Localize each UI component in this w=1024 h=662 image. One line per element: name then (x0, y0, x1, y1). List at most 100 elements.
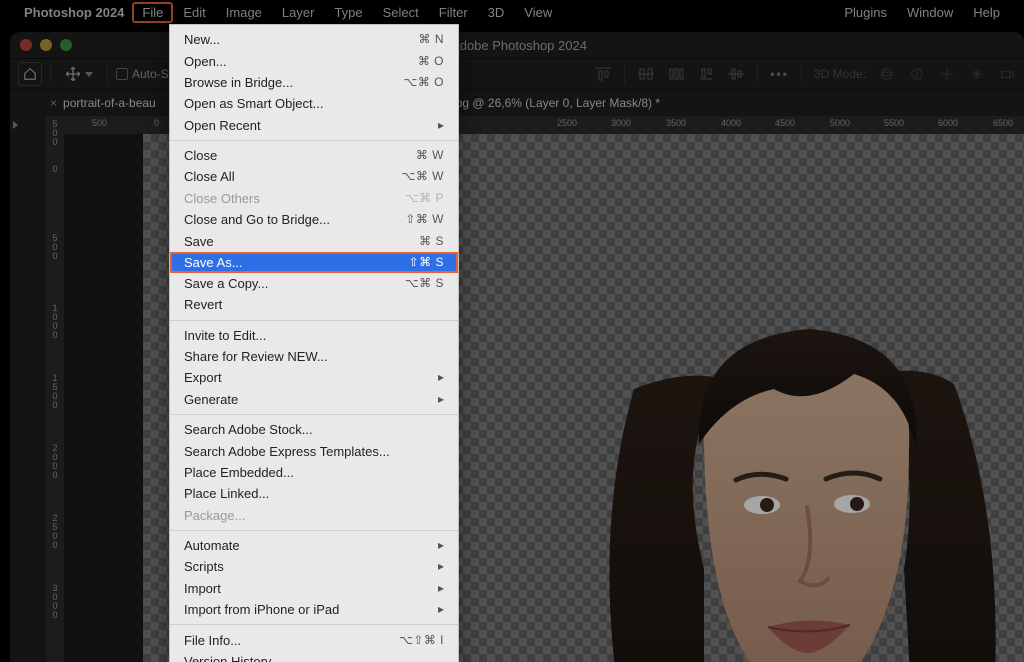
3d-pan-icon[interactable] (938, 67, 956, 81)
file-menu-generate[interactable]: Generate▸ (170, 389, 458, 410)
menu-layer[interactable]: Layer (272, 2, 325, 23)
document-tab-name-right: pg @ 26,6% (Layer 0, Layer Mask/8) * (456, 96, 660, 110)
menu-item-label: Import (184, 580, 438, 597)
file-menu-import[interactable]: Import▸ (170, 578, 458, 599)
3d-slide-icon[interactable] (968, 67, 986, 81)
file-menu-search-adobe-stock[interactable]: Search Adobe Stock... (170, 419, 458, 440)
menu-type[interactable]: Type (324, 2, 372, 23)
document-tab-name-left[interactable]: portrait-of-a-beau (63, 96, 156, 110)
mac-menubar: Photoshop 2024 FileEditImageLayerTypeSel… (0, 0, 1024, 24)
alignment-icons: ••• 3D Mode: (594, 65, 1016, 83)
file-menu-browse-in-bridge[interactable]: Browse in Bridge...⌥⌘ O (170, 72, 458, 93)
submenu-arrow-icon: ▸ (438, 601, 444, 618)
v-ruler-mark: 500 (49, 234, 61, 261)
menu-image[interactable]: Image (216, 2, 272, 23)
align-h4-icon[interactable] (727, 67, 745, 81)
h-ruler-mark: 3000 (611, 118, 631, 128)
menu-select[interactable]: Select (373, 2, 429, 23)
h-ruler-mark: 5500 (884, 118, 904, 128)
options-bar: Auto-Sel ••• 3D Mode: (10, 58, 1024, 90)
menu-item-label: Open Recent (184, 117, 438, 134)
move-tool-selector[interactable] (59, 64, 99, 84)
menu-window[interactable]: Window (897, 2, 963, 23)
file-menu-automate[interactable]: Automate▸ (170, 535, 458, 556)
align-h2-icon[interactable] (667, 67, 685, 81)
menu-separator (170, 414, 458, 415)
file-menu-invite-to-edit[interactable]: Invite to Edit... (170, 325, 458, 346)
file-menu-scripts[interactable]: Scripts▸ (170, 556, 458, 577)
close-tab-button[interactable]: × (50, 96, 57, 110)
file-menu-save[interactable]: Save⌘ S (170, 230, 458, 251)
3d-orbit-icon[interactable] (878, 67, 896, 81)
document-tab-bar: × portrait-of-a-beau pg @ 26,6% (Layer 0… (10, 90, 1024, 116)
align-h1-icon[interactable] (637, 67, 655, 81)
v-ruler-mark: 1500 (49, 374, 61, 410)
menu-view[interactable]: View (514, 2, 562, 23)
file-menu-revert[interactable]: Revert (170, 294, 458, 315)
align-h3-icon[interactable] (697, 67, 715, 81)
file-menu-import-from-iphone-or-ipad[interactable]: Import from iPhone or iPad▸ (170, 599, 458, 620)
submenu-arrow-icon: ▸ (438, 558, 444, 575)
submenu-arrow-icon: ▸ (438, 537, 444, 554)
file-menu-save-a-copy[interactable]: Save a Copy...⌥⌘ S (170, 273, 458, 294)
file-menu-share-for-review-new[interactable]: Share for Review NEW... (170, 346, 458, 367)
file-menu-version-history[interactable]: Version History (170, 651, 458, 662)
portrait-image (524, 269, 1024, 662)
menu-item-label: Open as Smart Object... (184, 95, 444, 112)
home-button[interactable] (18, 62, 42, 86)
menu-3d[interactable]: 3D (478, 2, 515, 23)
align-top-icon[interactable] (594, 67, 612, 81)
file-menu-save-as[interactable]: Save As...⇧⌘ S (170, 252, 458, 273)
menu-help[interactable]: Help (963, 2, 1010, 23)
menu-item-label: Close (184, 147, 416, 164)
menu-item-shortcut: ⌘ S (419, 233, 444, 250)
menu-separator (170, 320, 458, 321)
menu-item-label: Close All (184, 168, 402, 185)
minimize-window-button[interactable] (40, 39, 52, 51)
v-ruler-mark: 1000 (49, 304, 61, 340)
more-options-icon[interactable]: ••• (770, 67, 789, 81)
file-menu-place-linked[interactable]: Place Linked... (170, 483, 458, 504)
app-name[interactable]: Photoshop 2024 (24, 5, 124, 20)
file-menu-search-adobe-express-templates[interactable]: Search Adobe Express Templates... (170, 440, 458, 461)
menu-file[interactable]: File (132, 2, 173, 23)
menu-edit[interactable]: Edit (173, 2, 215, 23)
file-menu-new[interactable]: New...⌘ N (170, 29, 458, 50)
file-menu-close[interactable]: Close⌘ W (170, 145, 458, 166)
menu-item-shortcut: ⌥⌘ O (404, 74, 445, 91)
file-menu-open-as-smart-object[interactable]: Open as Smart Object... (170, 93, 458, 114)
menu-plugins[interactable]: Plugins (834, 2, 897, 23)
close-window-button[interactable] (20, 39, 32, 51)
3d-roll-icon[interactable] (908, 67, 926, 81)
submenu-arrow-icon: ▸ (438, 580, 444, 597)
menu-item-label: New... (184, 31, 419, 48)
menu-filter[interactable]: Filter (429, 2, 478, 23)
menu-item-shortcut: ⌥⌘ P (405, 190, 444, 207)
file-menu-export[interactable]: Export▸ (170, 367, 458, 388)
file-menu-close-others: Close Others⌥⌘ P (170, 188, 458, 209)
menu-item-label: Search Adobe Stock... (184, 421, 444, 438)
menu-item-shortcut: ⌘ O (418, 53, 444, 70)
zoom-window-button[interactable] (60, 39, 72, 51)
menu-item-shortcut: ⇧⌘ S (409, 254, 444, 271)
file-menu-open-recent[interactable]: Open Recent▸ (170, 115, 458, 136)
chevron-down-icon (85, 72, 93, 77)
v-ruler-mark: 500 (49, 120, 61, 147)
menu-item-label: Automate (184, 537, 438, 554)
file-menu-close-all[interactable]: Close All⌥⌘ W (170, 166, 458, 187)
submenu-arrow-icon: ▸ (438, 117, 444, 134)
menu-item-label: Save a Copy... (184, 275, 405, 292)
file-menu-place-embedded[interactable]: Place Embedded... (170, 462, 458, 483)
h-ruler-mark: 4500 (775, 118, 795, 128)
file-menu-open[interactable]: Open...⌘ O (170, 50, 458, 71)
file-menu-file-info[interactable]: File Info...⌥⇧⌘ I (170, 629, 458, 650)
file-menu-close-and-go-to-bridge[interactable]: Close and Go to Bridge...⇧⌘ W (170, 209, 458, 230)
menu-item-label: Version History (184, 653, 444, 662)
vertical-ruler: 500050010001500200025003000 (46, 116, 64, 662)
h-ruler-mark: 5000 (830, 118, 850, 128)
menu-item-shortcut: ⌥⌘ S (405, 275, 444, 292)
3d-camera-icon[interactable] (998, 67, 1016, 81)
panel-expand-arrow[interactable] (10, 118, 20, 132)
menu-item-label: Open... (184, 53, 418, 70)
menu-item-label: File Info... (184, 632, 399, 649)
